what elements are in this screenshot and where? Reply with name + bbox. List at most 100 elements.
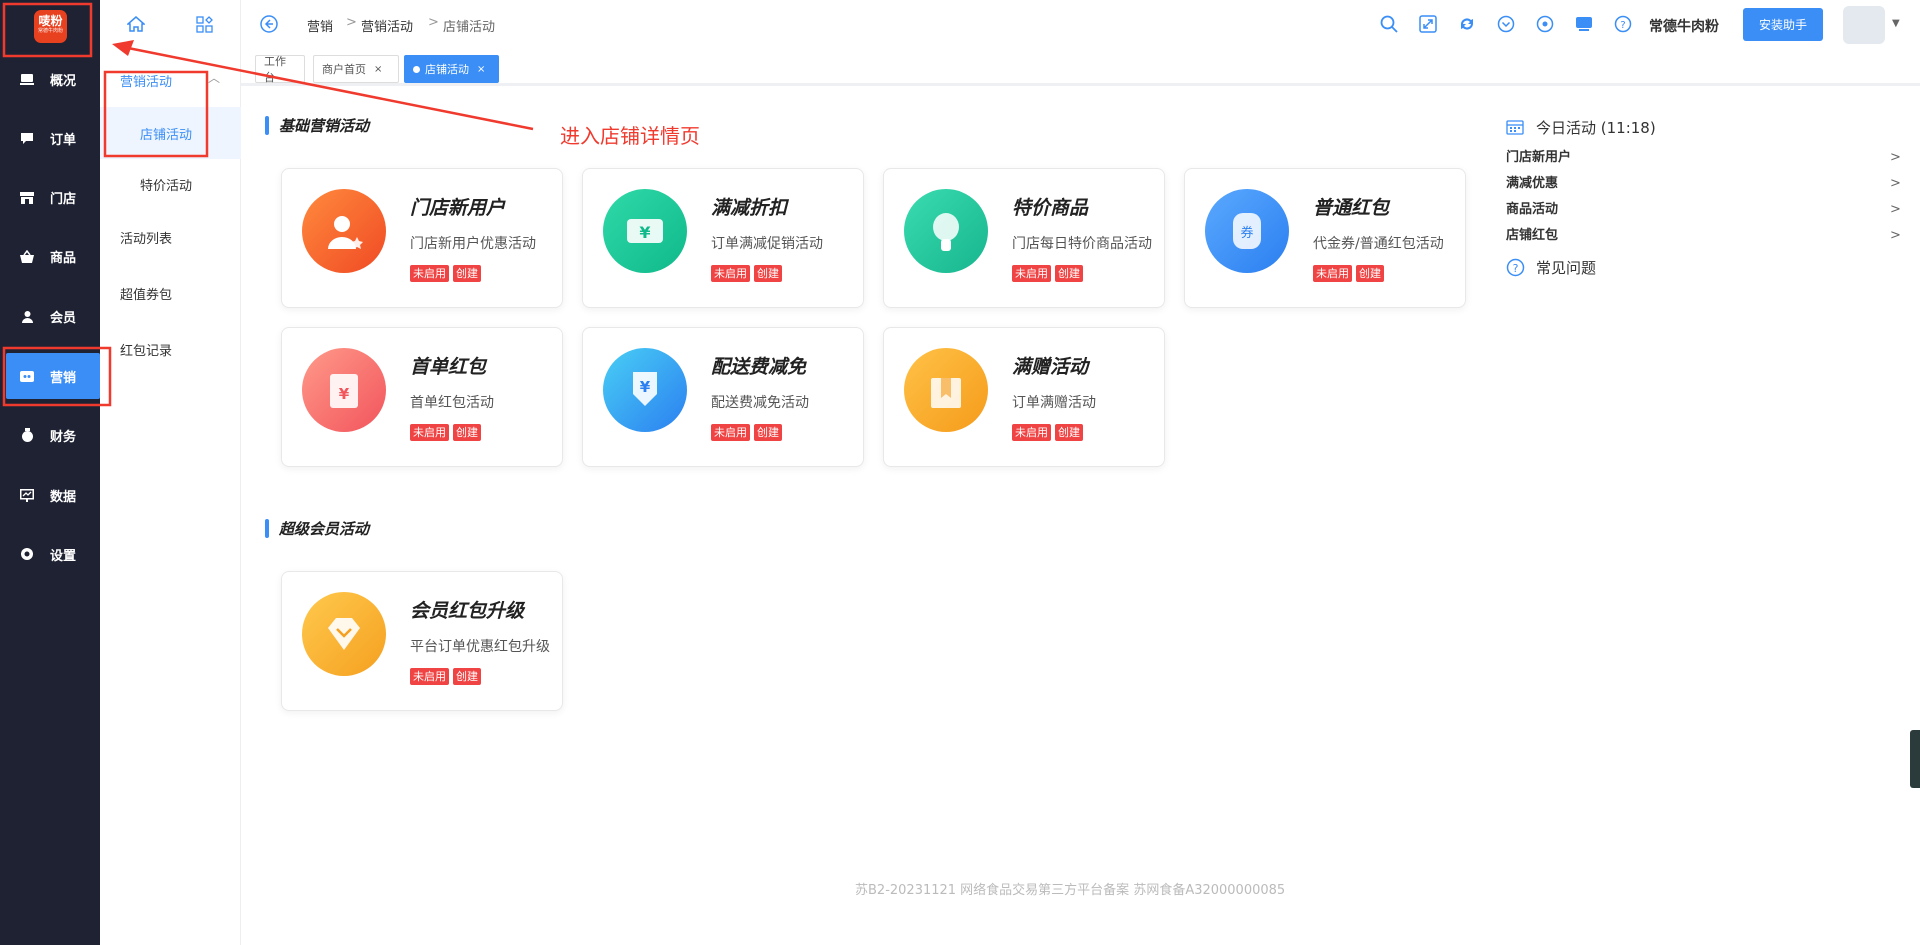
nav-label: 订单	[50, 132, 77, 148]
question-icon: ?	[1506, 258, 1525, 281]
order-icon	[19, 130, 35, 146]
activity-card[interactable]: 满赠活动 订单满赠活动 未启用 创建	[883, 327, 1165, 467]
today-item-discount[interactable]: 满减优惠 >	[1506, 171, 1906, 197]
today-item-goods[interactable]: 商品活动 >	[1506, 197, 1906, 223]
tab-merchant-home[interactable]: 商户首页 ×	[313, 55, 399, 83]
nav-item-order[interactable]: 订单	[0, 115, 100, 161]
floating-side-tab[interactable]	[1910, 730, 1920, 788]
sub-item-activity-list[interactable]: 活动列表	[120, 228, 172, 247]
create-button[interactable]: 创建	[1055, 424, 1083, 441]
tab-store-activity[interactable]: 店铺活动 ×	[404, 55, 499, 83]
gift-box-icon	[904, 348, 988, 432]
activity-card[interactable]: ¥ 配送费减免 配送费减免活动 未启用 创建	[582, 327, 864, 467]
today-activity-header: 今日活动 (11:18)	[1506, 117, 1906, 139]
activity-card-desc: 代金券/普通红包活动	[1313, 236, 1444, 252]
svg-text:?: ?	[1513, 262, 1519, 275]
refresh-icon[interactable]	[1458, 15, 1476, 33]
close-icon[interactable]: ×	[477, 64, 485, 75]
activity-card-desc: 门店每日特价商品活动	[1012, 236, 1152, 252]
tab-workbench[interactable]: 工作台	[255, 55, 305, 84]
activity-card-desc: 配送费减免活动	[711, 395, 809, 411]
svg-text:¥: ¥	[639, 223, 650, 242]
activity-card[interactable]: 券 普通红包 代金券/普通红包活动 未启用 创建	[1184, 168, 1466, 308]
marketing-icon	[19, 368, 35, 384]
today-item-red-packet[interactable]: 店铺红包 >	[1506, 223, 1906, 249]
nav-item-finance[interactable]: 财务	[0, 412, 100, 458]
activity-card[interactable]: 特价商品 门店每日特价商品活动 未启用 创建	[883, 168, 1165, 308]
chevron-down-circle-icon[interactable]	[1497, 15, 1515, 33]
coupon-icon: 券	[1205, 189, 1289, 273]
create-button[interactable]: 创建	[453, 668, 481, 685]
brand-logo[interactable]: 唛粉 常德牛肉粉	[34, 10, 67, 43]
nav-item-goods[interactable]: 商品	[0, 233, 100, 279]
nav-label: 营销	[50, 370, 77, 386]
nav-item-overview[interactable]: 概况	[0, 56, 100, 102]
create-button[interactable]: 创建	[453, 265, 481, 282]
finance-icon	[19, 427, 35, 443]
red-envelope-icon: ¥	[302, 348, 386, 432]
nav-item-settings[interactable]: 设置	[0, 531, 100, 577]
new-user-icon	[302, 189, 386, 273]
avatar[interactable]	[1843, 6, 1885, 44]
nav-item-member[interactable]: 会员	[0, 293, 100, 339]
sub-item-coupon-pack[interactable]: 超值券包	[120, 284, 172, 303]
svg-text:?: ?	[1620, 20, 1625, 31]
status-badge-disabled: 未启用	[410, 424, 449, 441]
create-button[interactable]: 创建	[453, 424, 481, 441]
breadcrumb-separator: >	[346, 15, 357, 30]
activity-card-desc: 订单满减促销活动	[711, 236, 823, 252]
breadcrumb-marketing[interactable]: 营销	[307, 16, 333, 35]
sub-item-special-price[interactable]: 特价活动	[140, 175, 192, 194]
status-badge-disabled: 未启用	[711, 424, 750, 441]
eye-icon[interactable]	[1536, 15, 1554, 33]
svg-text:券: 券	[1240, 225, 1253, 241]
breadcrumb-marketing-activity[interactable]: 营销活动	[361, 16, 413, 35]
create-button[interactable]: 创建	[754, 265, 782, 282]
today-item-new-user[interactable]: 门店新用户 >	[1506, 145, 1906, 171]
store-icon	[19, 189, 35, 205]
create-button[interactable]: 创建	[1356, 265, 1384, 282]
monitor-icon[interactable]	[1575, 15, 1593, 33]
install-helper-button[interactable]: 安装助手	[1743, 8, 1823, 41]
help-icon[interactable]: ?	[1614, 15, 1632, 33]
fullscreen-icon[interactable]	[1419, 15, 1437, 33]
sub-item-store-activity[interactable]: 店铺活动	[100, 107, 241, 159]
create-button[interactable]: 创建	[1055, 265, 1083, 282]
activity-card[interactable]: ¥ 满减折扣订单满减促销活动 未启用 创建	[582, 168, 864, 308]
activity-card-title: 特价商品	[1012, 197, 1089, 219]
breadcrumb-separator: >	[428, 15, 439, 30]
app-grid-icon[interactable]	[196, 16, 213, 37]
cabbage-icon	[904, 189, 988, 273]
sub-item-red-packet-record[interactable]: 红包记录	[120, 340, 172, 359]
nav-item-store[interactable]: 门店	[0, 174, 100, 220]
sub-group-marketing-activity[interactable]: 营销活动 ︿	[120, 71, 220, 90]
close-icon[interactable]: ×	[374, 64, 382, 75]
status-badge-disabled: 未启用	[1012, 424, 1051, 441]
chevron-right-icon: >	[1890, 150, 1901, 165]
back-icon[interactable]	[260, 15, 278, 33]
home-icon[interactable]	[126, 16, 146, 36]
caret-down-icon[interactable]: ▼	[1892, 18, 1900, 29]
logo-text: 唛粉	[38, 14, 63, 28]
sub-sidebar: 营销活动 ︿ 店铺活动 特价活动 活动列表 超值券包 红包记录	[100, 0, 241, 945]
search-icon[interactable]	[1380, 15, 1398, 33]
section-title-basic: 基础营销活动	[265, 115, 369, 136]
nav-item-marketing[interactable]: 营销	[6, 353, 100, 399]
activity-card-title: 普通红包	[1313, 197, 1390, 219]
activity-card-tags: 未启用 创建	[711, 265, 782, 282]
overview-icon	[19, 71, 35, 87]
section-title-super-member: 超级会员活动	[265, 518, 369, 539]
data-icon	[19, 487, 35, 503]
nav-label: 门店	[50, 191, 77, 207]
nav-item-data[interactable]: 数据	[0, 472, 100, 518]
delivery-fee-icon: ¥	[603, 348, 687, 432]
faq-link[interactable]: ? 常见问题	[1506, 257, 1906, 279]
activity-card[interactable]: ¥ 首单红包 首单红包活动 未启用 创建	[281, 327, 563, 467]
activity-card[interactable]: 会员红包升级 平台订单优惠红包升级 未启用 创建	[281, 571, 563, 711]
nav-label: 设置	[50, 548, 77, 564]
activity-card[interactable]: 门店新用户 门店新用户优惠活动 未启用 创建	[281, 168, 563, 308]
svg-text:¥: ¥	[640, 378, 651, 396]
create-button[interactable]: 创建	[754, 424, 782, 441]
activity-card-title: 满减折扣	[711, 197, 788, 219]
svg-text:¥: ¥	[339, 385, 350, 403]
